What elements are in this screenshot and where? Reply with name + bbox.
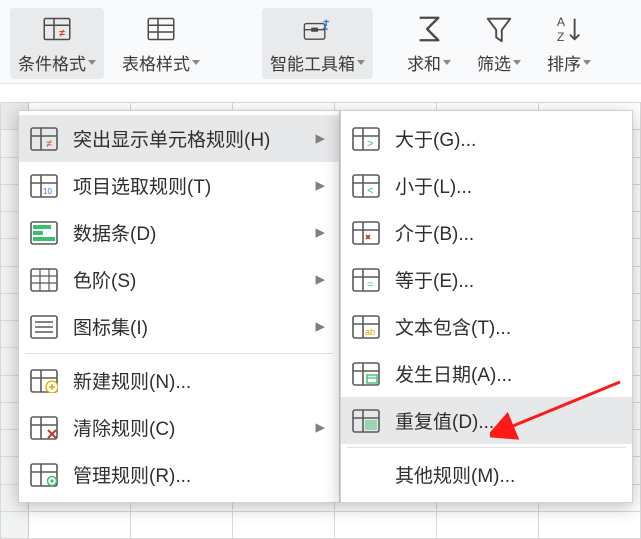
filter-label: 筛选: [477, 50, 511, 75]
conditional-format-label: 条件格式: [18, 50, 86, 75]
svg-text:Z: Z: [557, 30, 565, 44]
menu-label: 介于(B)...: [395, 219, 618, 246]
caret-down-icon: [583, 60, 591, 65]
svg-text:>: >: [367, 138, 373, 150]
conditional-format-icon: ≠: [42, 14, 72, 44]
svg-text:<: <: [367, 185, 373, 197]
menu-label: 大于(G)...: [395, 125, 618, 152]
menu-new-rule[interactable]: 新建规则(N)...: [19, 357, 339, 404]
menu-separator: [347, 447, 626, 448]
sum-button[interactable]: 求和: [399, 8, 459, 79]
submenu-arrow-icon: ▸: [315, 268, 325, 291]
funnel-icon: [484, 14, 514, 44]
smart-toolbox-button[interactable]: 智能工具箱: [262, 8, 373, 79]
menu-icon-sets[interactable]: 图标集(I) ▸: [19, 303, 339, 350]
new-rule-icon: [29, 368, 59, 394]
manage-rules-icon: [29, 462, 59, 488]
menu-label: 色阶(S): [73, 266, 301, 293]
date-icon: [351, 361, 381, 387]
ribbon-toolbar: ≠ 条件格式 表格样式 智能工具箱 求和 筛选 AZ 排序: [0, 0, 641, 84]
menu-manage-rules[interactable]: 管理规则(R)...: [19, 451, 339, 498]
less-than-icon: <: [351, 173, 381, 199]
sort-icon: AZ: [554, 14, 584, 44]
smart-toolbox-label: 智能工具箱: [270, 50, 355, 75]
text-contains-icon: ab: [351, 314, 381, 340]
conditional-format-button[interactable]: ≠ 条件格式: [10, 8, 104, 79]
svg-text:≠: ≠: [59, 28, 65, 40]
svg-text:=: =: [367, 279, 373, 291]
filter-button[interactable]: 筛选: [469, 8, 529, 79]
caret-down-icon: [357, 60, 365, 65]
svg-text:A: A: [557, 15, 566, 29]
sort-label: 排序: [547, 50, 581, 75]
equal-icon: =: [351, 267, 381, 293]
menu-label: 文本包含(T)...: [395, 313, 618, 340]
table-style-label: 表格样式: [122, 50, 190, 75]
submenu-arrow-icon: ▸: [315, 221, 325, 244]
menu-text-contains[interactable]: ab 文本包含(T)...: [341, 303, 632, 350]
menu-label: 突出显示单元格规则(H): [73, 125, 301, 152]
submenu-arrow-icon: ▸: [315, 416, 325, 439]
submenu-arrow-icon: ▸: [315, 174, 325, 197]
menu-greater-than[interactable]: > 大于(G)...: [341, 115, 632, 162]
submenu-arrow-icon: ▸: [315, 315, 325, 338]
menu-label: 重复值(D)...: [395, 407, 618, 434]
menu-label: 小于(L)...: [395, 172, 618, 199]
svg-text:ab: ab: [365, 327, 375, 337]
menu-other-rules[interactable]: 其他规则(M)...: [341, 451, 632, 498]
greater-than-icon: >: [351, 126, 381, 152]
highlight-rules-icon: ≠: [29, 126, 59, 152]
menu-date[interactable]: 发生日期(A)...: [341, 350, 632, 397]
menu-label: 其他规则(M)...: [395, 461, 618, 488]
menu-label: 图标集(I): [73, 313, 301, 340]
between-icon: [351, 220, 381, 246]
menu-label: 发生日期(A)...: [395, 360, 618, 387]
menu-top-rules[interactable]: 10 项目选取规则(T) ▸: [19, 162, 339, 209]
menu-clear-rules[interactable]: 清除规则(C) ▸: [19, 404, 339, 451]
menu-label: 等于(E)...: [395, 266, 618, 293]
menu-data-bars[interactable]: 数据条(D) ▸: [19, 209, 339, 256]
caret-down-icon: [513, 60, 521, 65]
menu-color-scales[interactable]: 色阶(S) ▸: [19, 256, 339, 303]
color-scales-icon: [29, 267, 59, 293]
menu-label: 数据条(D): [73, 219, 301, 246]
smart-toolbox-icon: [303, 14, 333, 44]
menu-separator: [25, 353, 333, 354]
submenu-arrow-icon: ▸: [315, 127, 325, 150]
caret-down-icon: [192, 60, 200, 65]
menu-highlight-rules[interactable]: ≠ 突出显示单元格规则(H) ▸: [19, 115, 339, 162]
table-style-icon: [146, 14, 176, 44]
menu-label: 管理规则(R)...: [73, 461, 325, 488]
conditional-format-menu: ≠ 突出显示单元格规则(H) ▸ 10 项目选取规则(T) ▸ 数据条(D) ▸…: [18, 110, 340, 503]
menu-duplicate-values[interactable]: 重复值(D)...: [341, 397, 632, 444]
top-rules-icon: 10: [29, 173, 59, 199]
sigma-icon: [414, 14, 444, 44]
caret-down-icon: [443, 60, 451, 65]
table-style-button[interactable]: 表格样式: [114, 8, 208, 79]
menu-label: 新建规则(N)...: [73, 367, 325, 394]
duplicate-icon: [351, 408, 381, 434]
menu-label: 清除规则(C): [73, 414, 301, 441]
sort-button[interactable]: AZ 排序: [539, 8, 599, 79]
svg-text:≠: ≠: [46, 138, 52, 150]
menu-label: 项目选取规则(T): [73, 172, 301, 199]
highlight-rules-submenu: > 大于(G)... < 小于(L)... 介于(B)... = 等于(E)..…: [340, 110, 633, 503]
data-bars-icon: [29, 220, 59, 246]
svg-text:10: 10: [43, 187, 52, 196]
icon-sets-icon: [29, 314, 59, 340]
menu-between[interactable]: 介于(B)...: [341, 209, 632, 256]
clear-rules-icon: [29, 415, 59, 441]
caret-down-icon: [88, 60, 96, 65]
sum-label: 求和: [407, 50, 441, 75]
menu-equal[interactable]: = 等于(E)...: [341, 256, 632, 303]
menu-less-than[interactable]: < 小于(L)...: [341, 162, 632, 209]
